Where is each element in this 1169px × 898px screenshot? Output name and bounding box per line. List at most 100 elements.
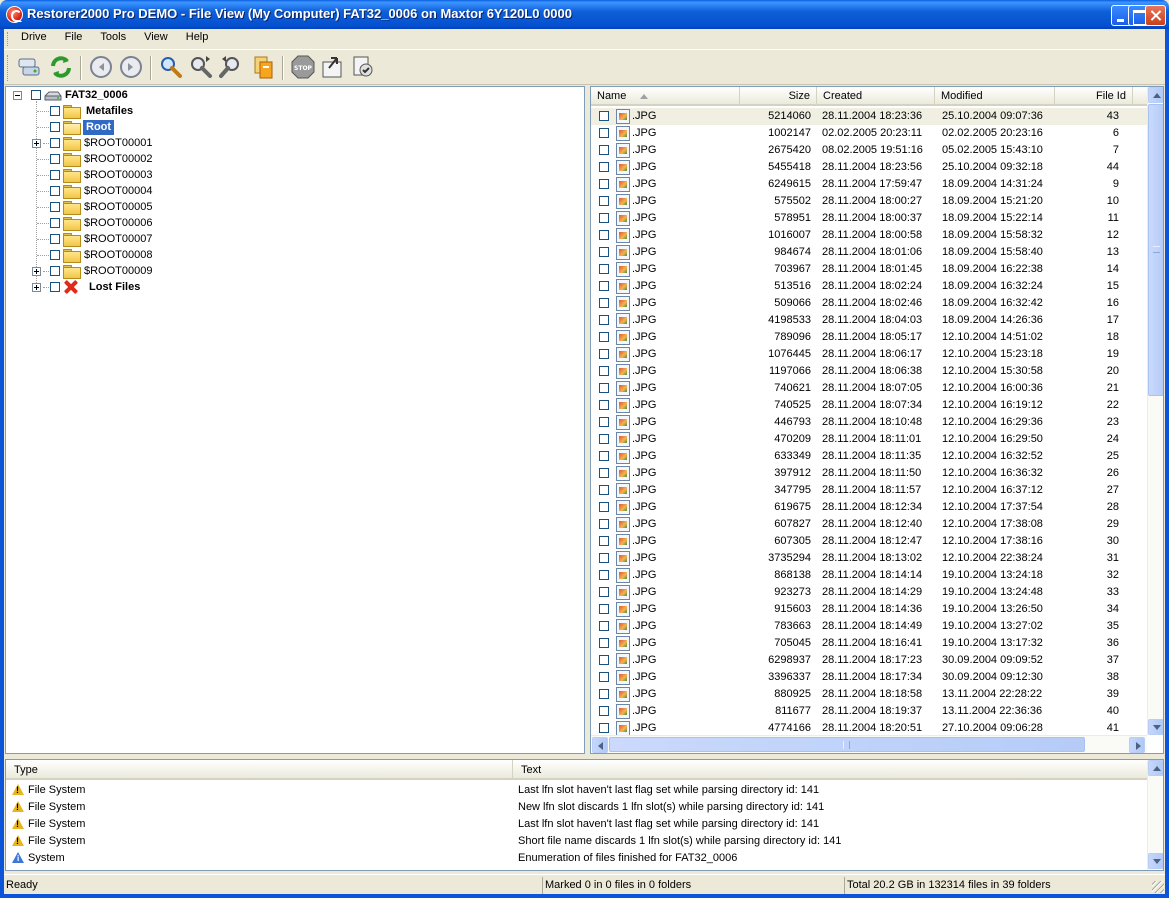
file-row[interactable]: .JPG 1076445 28.11.2004 18:06:17 12.10.2004… bbox=[591, 346, 1147, 363]
file-row[interactable]: .JPG 880925 28.11.2004 18:18:58 13.11.2004 … bbox=[591, 686, 1147, 703]
file-checkbox[interactable] bbox=[599, 587, 609, 597]
file-row[interactable]: .JPG 397912 28.11.2004 18:11:50 12.10.2004 … bbox=[591, 465, 1147, 482]
tree-checkbox[interactable] bbox=[50, 234, 60, 244]
tree-item-root00006[interactable]: $ROOT00006 bbox=[81, 216, 155, 231]
menu-help[interactable]: Help bbox=[177, 29, 218, 48]
title-bar[interactable]: Restorer2000 Pro DEMO - File View (My Co… bbox=[0, 0, 1169, 29]
file-row[interactable]: .JPG 789096 28.11.2004 18:05:17 12.10.2004 … bbox=[591, 329, 1147, 346]
file-checkbox[interactable] bbox=[599, 502, 609, 512]
file-row[interactable]: .JPG 575502 28.11.2004 18:00:27 18.09.2004 … bbox=[591, 193, 1147, 210]
tree-item-lost-files[interactable]: Lost Files bbox=[86, 280, 143, 295]
file-checkbox[interactable] bbox=[599, 400, 609, 410]
file-row[interactable]: .JPG 703967 28.11.2004 18:01:45 18.09.2004 … bbox=[591, 261, 1147, 278]
file-checkbox[interactable] bbox=[599, 604, 609, 614]
file-checkbox[interactable] bbox=[599, 281, 609, 291]
file-row[interactable]: .JPG 1002147 02.02.2005 20:23:11 02.02.2005… bbox=[591, 125, 1147, 142]
scroll-thumb[interactable] bbox=[1148, 104, 1163, 396]
expand-icon[interactable] bbox=[32, 139, 41, 148]
tree-item-root00002[interactable]: $ROOT00002 bbox=[81, 152, 155, 167]
tree-checkbox[interactable] bbox=[50, 106, 60, 116]
file-row[interactable]: .JPG 6298937 28.11.2004 18:17:23 30.09.2004… bbox=[591, 652, 1147, 669]
file-checkbox[interactable] bbox=[599, 485, 609, 495]
log-vertical-scrollbar[interactable] bbox=[1147, 760, 1163, 870]
resize-grip-icon[interactable] bbox=[1152, 881, 1164, 893]
file-checkbox[interactable] bbox=[599, 196, 609, 206]
tree-item-root00004[interactable]: $ROOT00004 bbox=[81, 184, 155, 199]
menu-drive[interactable]: Drive bbox=[12, 29, 56, 48]
log-row[interactable]: File System New lfn slot discards 1 lfn s… bbox=[6, 799, 1147, 816]
file-checkbox[interactable] bbox=[599, 145, 609, 155]
find-previous-button[interactable] bbox=[218, 54, 244, 80]
file-checkbox[interactable] bbox=[599, 162, 609, 172]
file-checkbox[interactable] bbox=[599, 434, 609, 444]
close-button[interactable] bbox=[1145, 5, 1166, 26]
tree-item-root[interactable]: Root bbox=[83, 120, 115, 135]
file-checkbox[interactable] bbox=[599, 111, 609, 121]
file-row[interactable]: .JPG 4198533 28.11.2004 18:04:03 18.09.2004… bbox=[591, 312, 1147, 329]
file-checkbox[interactable] bbox=[599, 298, 609, 308]
file-row[interactable]: .JPG 6249615 28.11.2004 17:59:47 18.09.2004… bbox=[591, 176, 1147, 193]
menu-tools[interactable]: Tools bbox=[91, 29, 135, 48]
file-checkbox[interactable] bbox=[599, 332, 609, 342]
file-checkbox[interactable] bbox=[599, 468, 609, 478]
file-row[interactable]: .JPG 705045 28.11.2004 18:16:41 19.10.2004 … bbox=[591, 635, 1147, 652]
tree-checkbox[interactable] bbox=[50, 202, 60, 212]
file-checkbox[interactable] bbox=[599, 230, 609, 240]
file-checkbox[interactable] bbox=[599, 128, 609, 138]
scroll-thumb[interactable] bbox=[609, 737, 1085, 752]
file-row[interactable]: .JPG 1016007 28.11.2004 18:00:58 18.09.2004… bbox=[591, 227, 1147, 244]
file-row[interactable]: .JPG 470209 28.11.2004 18:11:01 12.10.2004 … bbox=[591, 431, 1147, 448]
file-row[interactable]: .JPG 740525 28.11.2004 18:07:34 12.10.2004 … bbox=[591, 397, 1147, 414]
file-list-vertical-scrollbar[interactable] bbox=[1147, 87, 1163, 735]
log-panel[interactable]: Type Text File System Last lfn slot haven… bbox=[5, 759, 1164, 871]
folder-tree[interactable]: FAT32_0006 Metafiles Root $ROOT00001 $RO… bbox=[5, 86, 585, 754]
refresh-button[interactable] bbox=[48, 54, 74, 80]
find-next-button[interactable] bbox=[188, 54, 214, 80]
file-row[interactable]: .JPG 446793 28.11.2004 18:10:48 12.10.2004 … bbox=[591, 414, 1147, 431]
forward-button[interactable] bbox=[118, 54, 144, 80]
tree-item-root00003[interactable]: $ROOT00003 bbox=[81, 168, 155, 183]
file-checkbox[interactable] bbox=[599, 213, 609, 223]
tree-item-root00008[interactable]: $ROOT00008 bbox=[81, 248, 155, 263]
app-icon[interactable] bbox=[6, 6, 23, 23]
file-list[interactable]: Name Size Created Modified File Id .JPG 5… bbox=[590, 86, 1164, 754]
tree-checkbox[interactable] bbox=[31, 90, 41, 100]
tree-checkbox[interactable] bbox=[50, 154, 60, 164]
file-checkbox[interactable] bbox=[599, 706, 609, 716]
scroll-left-button[interactable] bbox=[592, 737, 608, 753]
back-button[interactable] bbox=[88, 54, 114, 80]
file-checkbox[interactable] bbox=[599, 638, 609, 648]
file-row[interactable]: .JPG 509066 28.11.2004 18:02:46 18.09.2004 … bbox=[591, 295, 1147, 312]
scroll-up-button[interactable] bbox=[1148, 87, 1163, 103]
file-checkbox[interactable] bbox=[599, 553, 609, 563]
column-header-size[interactable]: Size bbox=[740, 87, 817, 106]
tree-root-label[interactable]: FAT32_0006 bbox=[62, 88, 131, 103]
file-mask-button[interactable] bbox=[250, 54, 276, 80]
tree-checkbox[interactable] bbox=[50, 282, 60, 292]
file-checkbox[interactable] bbox=[599, 536, 609, 546]
file-row[interactable]: .JPG 811677 28.11.2004 18:19:37 13.11.2004 … bbox=[591, 703, 1147, 720]
file-checkbox[interactable] bbox=[599, 349, 609, 359]
tree-item-root00007[interactable]: $ROOT00007 bbox=[81, 232, 155, 247]
column-header-created[interactable]: Created bbox=[817, 87, 935, 106]
file-row[interactable]: .JPG 607827 28.11.2004 18:12:40 12.10.2004 … bbox=[591, 516, 1147, 533]
file-checkbox[interactable] bbox=[599, 655, 609, 665]
stop-button[interactable]: STOP bbox=[290, 54, 316, 80]
file-row[interactable]: .JPG 783663 28.11.2004 18:14:49 19.10.2004 … bbox=[591, 618, 1147, 635]
tree-checkbox[interactable] bbox=[50, 138, 60, 148]
tree-item-root00001[interactable]: $ROOT00001 bbox=[81, 136, 155, 151]
scroll-down-button[interactable] bbox=[1148, 853, 1163, 869]
file-checkbox[interactable] bbox=[599, 179, 609, 189]
menu-file[interactable]: File bbox=[56, 29, 92, 48]
file-row[interactable]: .JPG 513516 28.11.2004 18:02:24 18.09.2004 … bbox=[591, 278, 1147, 295]
collapse-icon[interactable] bbox=[13, 91, 22, 100]
scroll-right-button[interactable] bbox=[1129, 737, 1145, 753]
log-row[interactable]: File System Short file name discards 1 lf… bbox=[6, 833, 1147, 850]
file-row[interactable]: .JPG 5214060 28.11.2004 18:23:36 25.10.2004… bbox=[591, 108, 1147, 125]
log-row[interactable]: File System Last lfn slot haven't last fl… bbox=[6, 816, 1147, 833]
column-header-modified[interactable]: Modified bbox=[935, 87, 1055, 106]
file-row[interactable]: .JPG 868138 28.11.2004 18:14:14 19.10.2004 … bbox=[591, 567, 1147, 584]
file-list-horizontal-scrollbar[interactable] bbox=[591, 735, 1147, 753]
scroll-up-button[interactable] bbox=[1148, 760, 1163, 776]
log-column-text[interactable]: Text bbox=[513, 760, 1147, 780]
